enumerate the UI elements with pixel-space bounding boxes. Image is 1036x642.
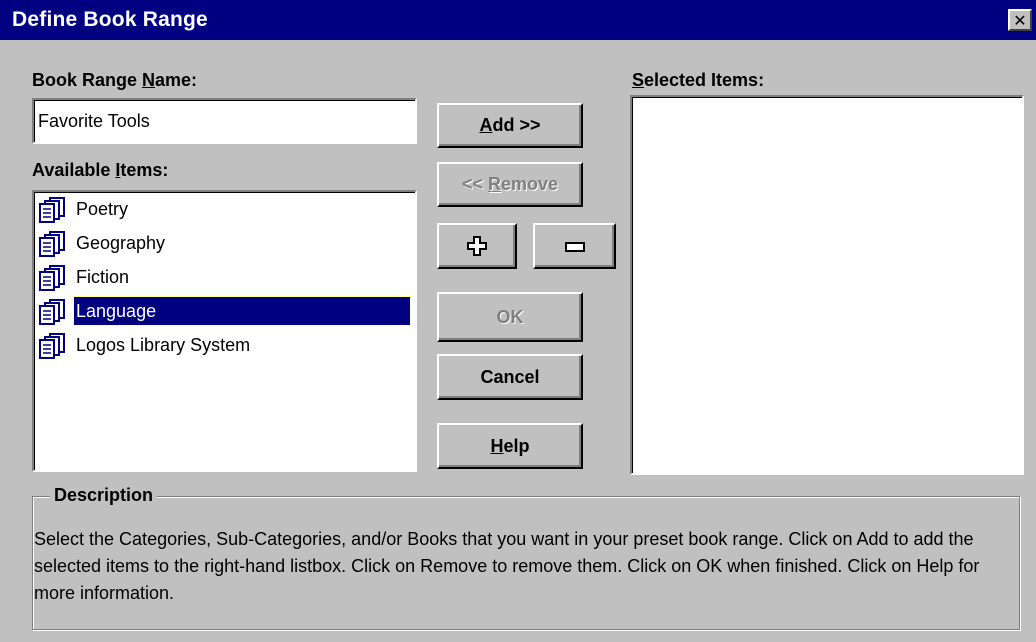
button-label: <<: [461, 174, 488, 194]
list-item-label: Logos Library System: [76, 335, 251, 355]
label-text: tems:: [120, 160, 169, 180]
close-icon: ✕: [1013, 13, 1027, 30]
books-icon: [38, 197, 68, 223]
books-icon: [38, 231, 68, 257]
remove-button[interactable]: << Remove: [437, 162, 583, 207]
button-label: elp: [503, 435, 530, 456]
window-title: Define Book Range: [12, 8, 208, 31]
expand-button[interactable]: [437, 223, 517, 269]
books-icon: [38, 333, 68, 359]
list-item[interactable]: Logos Library System: [38, 331, 414, 361]
description-title: Description: [50, 485, 158, 506]
list-item-label: Fiction: [76, 267, 130, 287]
plus-icon: [466, 235, 488, 257]
label-text: elected Items:: [644, 70, 765, 90]
list-item[interactable]: Poetry: [38, 195, 414, 225]
cancel-button[interactable]: Cancel: [437, 354, 583, 400]
book-range-name-input[interactable]: [32, 98, 417, 144]
list-item[interactable]: Fiction: [38, 263, 414, 293]
label-text: ame:: [155, 70, 198, 90]
label-text: Available: [32, 160, 116, 180]
list-item[interactable]: Language: [38, 296, 414, 327]
add-button[interactable]: Add >>: [437, 103, 583, 148]
books-icon: [38, 299, 68, 325]
minus-icon: [564, 236, 586, 256]
collapse-button[interactable]: [533, 223, 616, 269]
access-key: H: [490, 435, 504, 456]
ok-button[interactable]: OK: [437, 292, 583, 342]
access-key: S: [632, 70, 645, 90]
button-label: emove: [500, 174, 559, 194]
book-range-name-label: Book Range Name:: [32, 70, 197, 91]
access-key: A: [479, 115, 493, 135]
label-text: Book Range: [32, 70, 143, 90]
books-icon: [38, 265, 68, 291]
access-key: R: [487, 174, 501, 194]
available-items-label: Available Items:: [32, 160, 168, 181]
button-label: dd >>: [492, 115, 541, 135]
help-button[interactable]: Help: [437, 423, 583, 469]
list-item-label: Poetry: [76, 199, 129, 219]
title-bar: Define Book Range ✕: [0, 0, 1036, 40]
list-item-label: Geography: [76, 233, 166, 253]
access-key: N: [142, 70, 156, 90]
list-item-label: Language: [73, 296, 411, 326]
available-items-listbox[interactable]: Poetry Geography Fiction Language Logos Libr…: [32, 190, 417, 472]
description-text: Select the Categories, Sub-Categories, a…: [34, 529, 980, 603]
selected-items-listbox[interactable]: [630, 95, 1024, 475]
list-item[interactable]: Geography: [38, 229, 414, 259]
close-button[interactable]: ✕: [1008, 9, 1032, 31]
selected-items-label: Selected Items:: [632, 70, 764, 91]
